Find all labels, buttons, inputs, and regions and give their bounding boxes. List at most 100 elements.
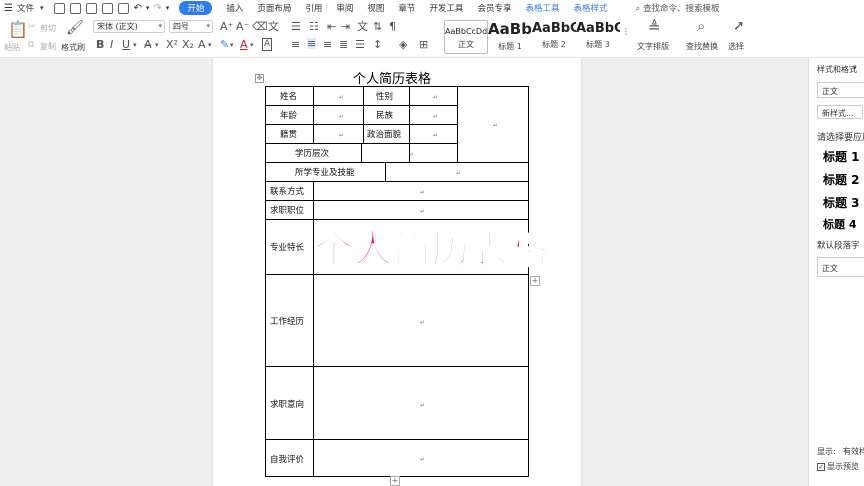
heading-1-style[interactable]: 标题 1: [823, 148, 860, 165]
tab-table-tools[interactable]: 表格工具: [525, 2, 559, 14]
select-button[interactable]: 选择: [728, 41, 744, 52]
borders-icon[interactable]: ⊞: [419, 39, 428, 50]
copy-icon[interactable]: ⧉: [28, 40, 34, 51]
cut-button[interactable]: 剪切: [40, 23, 56, 34]
style-sample: AaBbC: [532, 21, 576, 36]
chevron-down-icon[interactable]: ▾: [230, 40, 234, 51]
strikethrough-icon[interactable]: A̶: [144, 39, 152, 50]
tab-insert[interactable]: 插入: [226, 2, 243, 14]
cell-end-mark: ↵: [420, 208, 426, 215]
current-style-field[interactable]: 正文: [817, 82, 864, 98]
highlight-icon[interactable]: ✎: [220, 39, 229, 50]
chevron-down-icon[interactable]: ▾: [40, 4, 44, 12]
pinyin-icon[interactable]: 文: [268, 21, 279, 32]
chinese-layout-icon[interactable]: 文: [357, 21, 368, 32]
hamburger-icon[interactable]: ☰: [4, 3, 13, 14]
underline-icon[interactable]: U: [122, 39, 130, 50]
find-icon[interactable]: ⌕: [697, 19, 705, 34]
undo-icon[interactable]: ↶: [134, 3, 142, 14]
line-spacing-icon[interactable]: ↕: [373, 39, 382, 50]
new-style-button[interactable]: 新样式...: [817, 105, 863, 119]
subscript-icon[interactable]: X₂: [182, 39, 194, 50]
grow-font-icon[interactable]: A⁺: [220, 21, 233, 32]
table-line: [363, 86, 364, 143]
heading-2-style[interactable]: 标题 2: [823, 171, 860, 188]
copy-button[interactable]: 复制: [40, 41, 56, 52]
style-normal[interactable]: AaBbCcDd 正文: [444, 20, 488, 54]
cell-end-mark: ↵: [433, 113, 439, 120]
font-size-select[interactable]: 四号 ▾: [169, 20, 213, 33]
bullet-list-icon[interactable]: ☰: [291, 21, 301, 32]
add-column-button[interactable]: +: [390, 476, 400, 486]
default-paragraph-font[interactable]: 默认段落字: [817, 239, 860, 251]
style-caption: 标题 2: [542, 40, 566, 49]
export-icon[interactable]: [117, 2, 129, 14]
font-color-icon[interactable]: A: [240, 39, 248, 50]
chevron-down-icon: ▾: [158, 22, 162, 30]
decrease-indent-icon[interactable]: ⇤: [327, 21, 336, 32]
style-heading-1[interactable]: AaBb 标题 1: [488, 20, 532, 54]
heading-3-style[interactable]: 标题 3: [823, 194, 860, 211]
numbered-list-icon[interactable]: ☷: [309, 21, 319, 32]
shrink-font-icon[interactable]: A⁻: [236, 21, 249, 32]
chevron-down-icon[interactable]: ▾: [166, 4, 170, 12]
char-border-icon[interactable]: A: [262, 38, 273, 51]
new-doc-icon[interactable]: [53, 2, 65, 14]
tab-home[interactable]: 开始: [179, 1, 213, 15]
chevron-down-icon[interactable]: ▾: [853, 64, 857, 72]
chevron-down-icon[interactable]: ▾: [208, 40, 212, 51]
style-heading-2[interactable]: AaBbC 标题 2: [532, 20, 576, 54]
sort-icon[interactable]: ⇅: [373, 21, 382, 32]
distribute-icon[interactable]: ☰: [355, 39, 365, 50]
format-painter-icon[interactable]: 🖌: [66, 21, 84, 35]
align-right-icon[interactable]: ≡: [323, 39, 332, 50]
save-icon[interactable]: [69, 2, 81, 14]
tab-page-layout[interactable]: 页面布局: [257, 2, 291, 14]
chevron-down-icon[interactable]: ▾: [146, 4, 150, 12]
tab-member[interactable]: 会员专享: [477, 2, 511, 14]
heading-4-style[interactable]: 标题 4: [823, 216, 856, 232]
tab-developer[interactable]: 开发工具: [429, 2, 463, 14]
justify-icon[interactable]: ≣: [339, 39, 348, 50]
table-move-handle[interactable]: ✥: [255, 74, 264, 83]
show-value[interactable]: 有效样: [843, 446, 864, 457]
redo-icon[interactable]: ↷: [153, 3, 161, 14]
italic-icon[interactable]: I: [110, 39, 113, 50]
print-icon[interactable]: [85, 2, 97, 14]
add-row-button[interactable]: +: [530, 276, 540, 286]
tab-view[interactable]: 视图: [367, 2, 384, 14]
find-replace-button[interactable]: 查找替换: [686, 41, 718, 52]
paste-icon[interactable]: 📋: [8, 22, 28, 38]
shading-icon[interactable]: ◈: [399, 39, 407, 50]
chevron-down-icon[interactable]: ▾: [250, 40, 254, 51]
format-painter-button[interactable]: 格式刷: [61, 42, 85, 53]
tab-references[interactable]: 引用: [305, 2, 322, 14]
paste-button[interactable]: 粘贴: [4, 42, 20, 53]
preview-toggle[interactable]: ✓ 显示预览: [817, 461, 859, 472]
align-center-icon[interactable]: ≡: [307, 38, 317, 49]
print-preview-icon[interactable]: [101, 2, 113, 14]
increase-indent-icon[interactable]: ⇥: [341, 21, 350, 32]
bold-icon[interactable]: B: [96, 39, 104, 50]
cursor-select-icon[interactable]: ➚: [733, 19, 745, 34]
text-layout-icon[interactable]: ≜: [648, 20, 661, 35]
clear-format-icon[interactable]: ⌫: [252, 21, 268, 32]
scissors-icon[interactable]: ✂: [28, 22, 36, 33]
show-marks-icon[interactable]: ¶: [389, 21, 396, 32]
font-color-a-icon[interactable]: A: [198, 39, 206, 50]
superscript-icon[interactable]: X²: [166, 39, 178, 50]
tab-review[interactable]: 审阅: [336, 2, 353, 14]
chevron-down-icon[interactable]: ▾: [155, 40, 159, 51]
style-heading-3[interactable]: AaBbC 标题 3: [576, 20, 620, 54]
tab-chapter[interactable]: 章节: [398, 2, 415, 14]
style-preview-box[interactable]: 正文: [817, 257, 864, 277]
file-menu[interactable]: 文件: [17, 2, 34, 14]
font-name-select[interactable]: 宋体 (正文) ▾: [93, 20, 165, 33]
command-search[interactable]: ⌕ 查找命令、搜索模板: [635, 2, 719, 14]
tab-table-style[interactable]: 表格样式: [573, 2, 607, 14]
chevron-down-icon[interactable]: ▾: [133, 40, 137, 51]
text-layout-button[interactable]: 文字排版: [637, 41, 669, 52]
styles-scroll-icon[interactable]: ⋮: [622, 26, 630, 37]
align-left-icon[interactable]: ≡: [291, 39, 300, 50]
table-line: [265, 86, 529, 87]
